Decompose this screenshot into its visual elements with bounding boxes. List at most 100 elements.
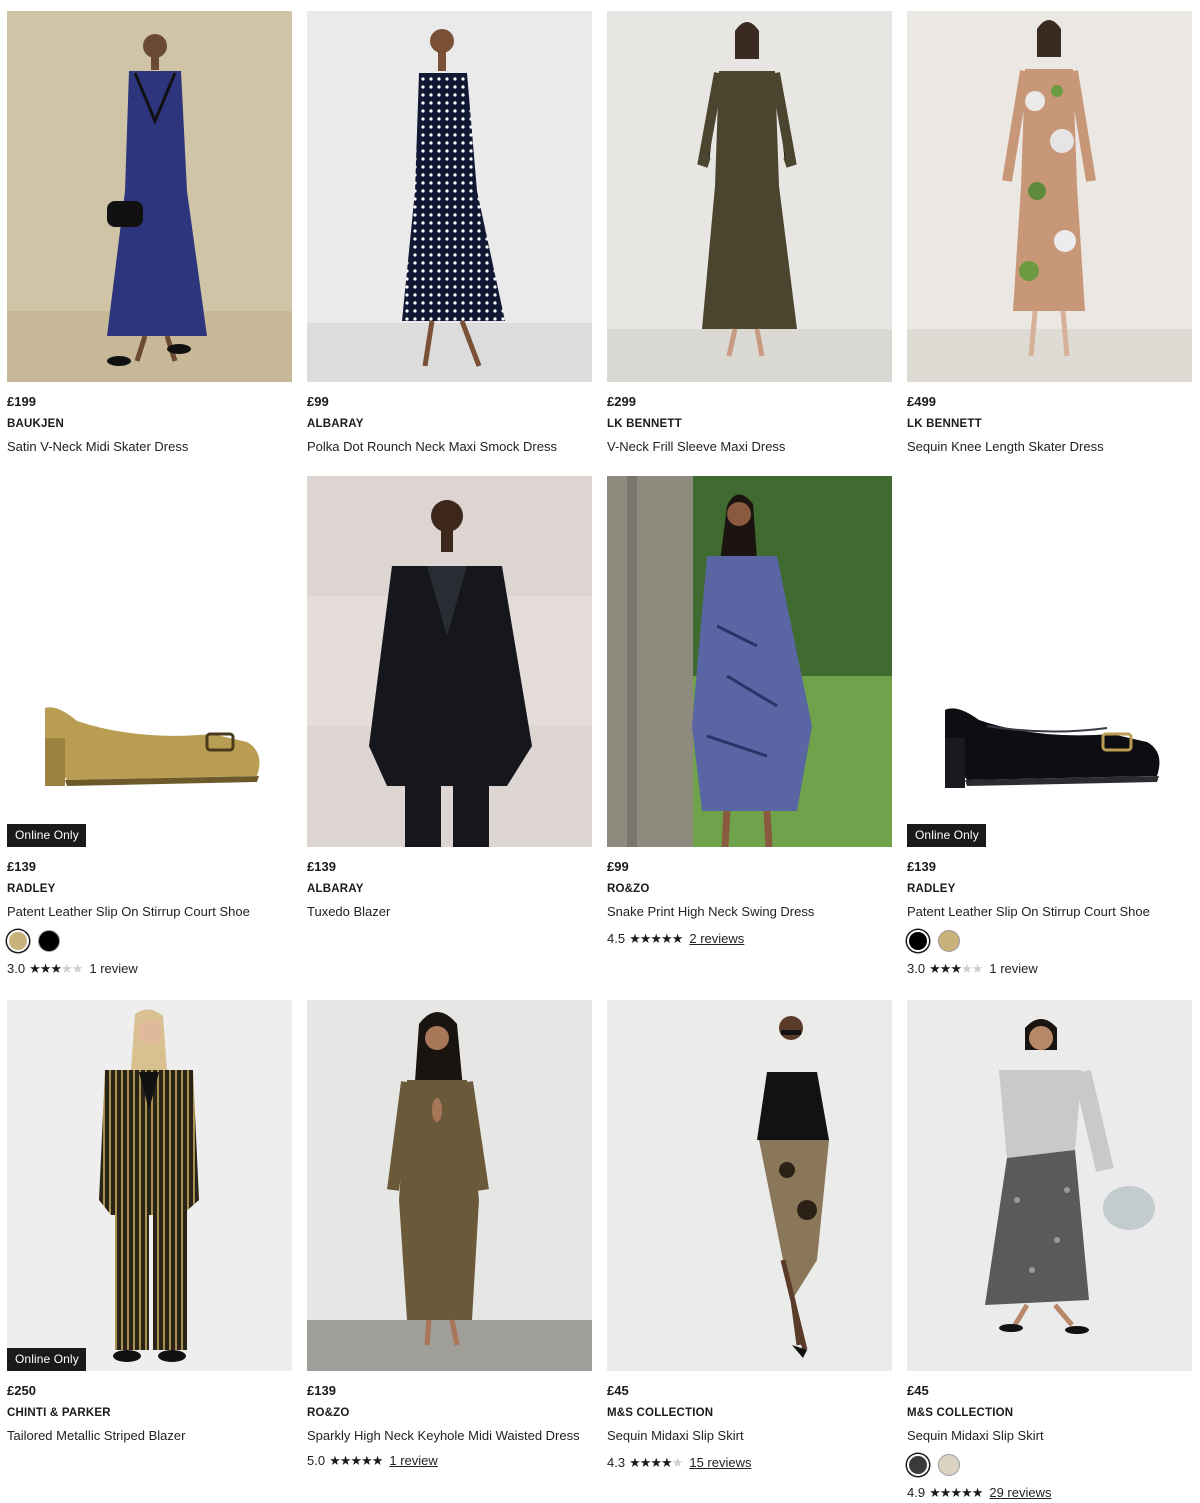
product-rating: 4.3 ★★★★★ 15 reviews [607, 1454, 892, 1472]
product-rating: 4.9 ★★★★★ 29 reviews [907, 1484, 1192, 1502]
product-name[interactable]: V-Neck Frill Sleeve Maxi Dress [607, 436, 892, 457]
product-card[interactable]: £139 ALBARAY Tuxedo Blazer [307, 476, 592, 922]
rating-value: 5.0 [307, 1453, 326, 1468]
product-brand: RO&ZO [307, 1407, 350, 1419]
product-name[interactable]: Satin V-Neck Midi Skater Dress [7, 436, 292, 457]
product-image[interactable] [907, 11, 1192, 382]
product-price: £45 [607, 1383, 629, 1398]
product-name[interactable]: Sequin Midaxi Slip Skirt [607, 1425, 892, 1446]
product-card[interactable]: Online Only £139 RADLEY Patent Leather S… [907, 476, 1192, 978]
product-photo [7, 11, 292, 382]
reviews-link[interactable]: 1 review [389, 1452, 437, 1470]
product-rating: 4.5 ★★★★★ 2 reviews [607, 930, 892, 948]
product-price: £250 [7, 1383, 36, 1398]
rating-value: 4.9 [907, 1485, 926, 1500]
product-name[interactable]: Polka Dot Rounch Neck Maxi Smock Dress [307, 436, 592, 457]
product-image[interactable] [7, 11, 292, 382]
product-photo [607, 1000, 892, 1371]
product-grid: £199 BAUKJEN Satin V-Neck Midi Skater Dr… [0, 0, 1200, 1503]
product-image[interactable] [307, 11, 592, 382]
rating-value: 3.0 [7, 961, 26, 976]
product-name[interactable]: Snake Print High Neck Swing Dress [607, 901, 892, 922]
product-card[interactable]: £139 RO&ZO Sparkly High Neck Keyhole Mid… [307, 1000, 592, 1470]
color-swatch-black[interactable] [907, 930, 929, 952]
reviews-link[interactable]: 15 reviews [689, 1454, 751, 1472]
product-name[interactable]: Tailored Metallic Striped Blazer [7, 1425, 292, 1446]
product-card[interactable]: £299 LK BENNETT V-Neck Frill Sleeve Maxi… [607, 11, 892, 457]
color-swatch-charcoal[interactable] [907, 1454, 929, 1476]
product-photo [307, 476, 592, 847]
product-image[interactable] [607, 476, 892, 847]
product-image[interactable] [607, 1000, 892, 1371]
product-photo [907, 476, 1192, 847]
online-only-badge: Online Only [7, 824, 86, 847]
product-brand: M&S COLLECTION [907, 1407, 1014, 1419]
review-count: 1 review [989, 961, 1038, 976]
product-name[interactable]: Sequin Knee Length Skater Dress [907, 436, 1192, 457]
product-image[interactable] [307, 476, 592, 847]
reviews-link[interactable]: 2 reviews [689, 930, 744, 948]
product-photo [307, 1000, 592, 1371]
product-brand: RADLEY [7, 883, 56, 895]
product-price: £139 [7, 859, 36, 874]
product-image[interactable]: Online Only [907, 476, 1192, 847]
online-only-badge: Online Only [7, 1348, 86, 1371]
product-image[interactable] [307, 1000, 592, 1371]
product-name[interactable]: Tuxedo Blazer [307, 901, 592, 922]
product-brand: ALBARAY [307, 418, 364, 430]
product-card[interactable]: Online Only £250 CHINTI & PARKER Tailore… [7, 1000, 292, 1446]
rating-stars-icon: ★★★★★ [329, 1453, 383, 1468]
product-image[interactable]: Online Only [7, 476, 292, 847]
color-swatches [7, 930, 292, 952]
product-name[interactable]: Sparkly High Neck Keyhole Midi Waisted D… [307, 1425, 592, 1446]
product-photo [7, 1000, 292, 1371]
color-swatch-black[interactable] [38, 930, 60, 952]
product-rating: 3.0 ★★★★★ 1 review [907, 960, 1192, 978]
color-swatch-gold[interactable] [938, 930, 960, 952]
product-price: £99 [607, 859, 629, 874]
product-brand: LK BENNETT [907, 418, 982, 430]
product-rating: 5.0 ★★★★★ 1 review [307, 1452, 592, 1470]
product-card[interactable]: £499 LK BENNETT Sequin Knee Length Skate… [907, 11, 1192, 457]
rating-stars-icon: ★★★★★ [629, 931, 683, 946]
product-card[interactable]: £199 BAUKJEN Satin V-Neck Midi Skater Dr… [7, 11, 292, 457]
rating-stars-icon: ★★★★★ [29, 961, 83, 976]
product-photo [607, 11, 892, 382]
product-brand: RADLEY [907, 883, 956, 895]
product-card[interactable]: £45 M&S COLLECTION Sequin Midaxi Slip Sk… [907, 1000, 1192, 1502]
product-brand: BAUKJEN [7, 418, 64, 430]
product-card[interactable]: Online Only £139 RADLEY Patent Leather S… [7, 476, 292, 978]
product-card[interactable]: £45 M&S COLLECTION Sequin Midaxi Slip Sk… [607, 1000, 892, 1472]
product-card[interactable]: £99 ALBARAY Polka Dot Rounch Neck Maxi S… [307, 11, 592, 457]
product-brand: CHINTI & PARKER [7, 1407, 111, 1419]
product-price: £499 [907, 394, 936, 409]
product-brand: LK BENNETT [607, 418, 682, 430]
color-swatch-champagne[interactable] [938, 1454, 960, 1476]
product-image[interactable] [907, 1000, 1192, 1371]
color-swatches [907, 930, 1192, 952]
product-price: £99 [307, 394, 329, 409]
rating-stars-icon: ★★★★★ [929, 1485, 983, 1500]
rating-value: 3.0 [907, 961, 926, 976]
product-brand: RO&ZO [607, 883, 650, 895]
product-name[interactable]: Patent Leather Slip On Stirrup Court Sho… [907, 901, 1192, 922]
rating-value: 4.5 [607, 931, 626, 946]
product-card[interactable]: £99 RO&ZO Snake Print High Neck Swing Dr… [607, 476, 892, 948]
product-name[interactable]: Sequin Midaxi Slip Skirt [907, 1425, 1192, 1446]
product-price: £139 [307, 859, 336, 874]
product-brand: M&S COLLECTION [607, 1407, 714, 1419]
color-swatch-gold[interactable] [7, 930, 29, 952]
product-name[interactable]: Patent Leather Slip On Stirrup Court Sho… [7, 901, 292, 922]
product-price: £199 [7, 394, 36, 409]
reviews-link[interactable]: 29 reviews [989, 1484, 1051, 1502]
product-photo [307, 11, 592, 382]
product-image[interactable] [607, 11, 892, 382]
product-brand: ALBARAY [307, 883, 364, 895]
product-price: £45 [907, 1383, 929, 1398]
rating-value: 4.3 [607, 1455, 626, 1470]
product-image[interactable]: Online Only [7, 1000, 292, 1371]
color-swatches [907, 1454, 1192, 1476]
product-photo [907, 11, 1192, 382]
rating-stars-icon: ★★★★★ [929, 961, 983, 976]
rating-stars-icon: ★★★★★ [629, 1455, 683, 1470]
